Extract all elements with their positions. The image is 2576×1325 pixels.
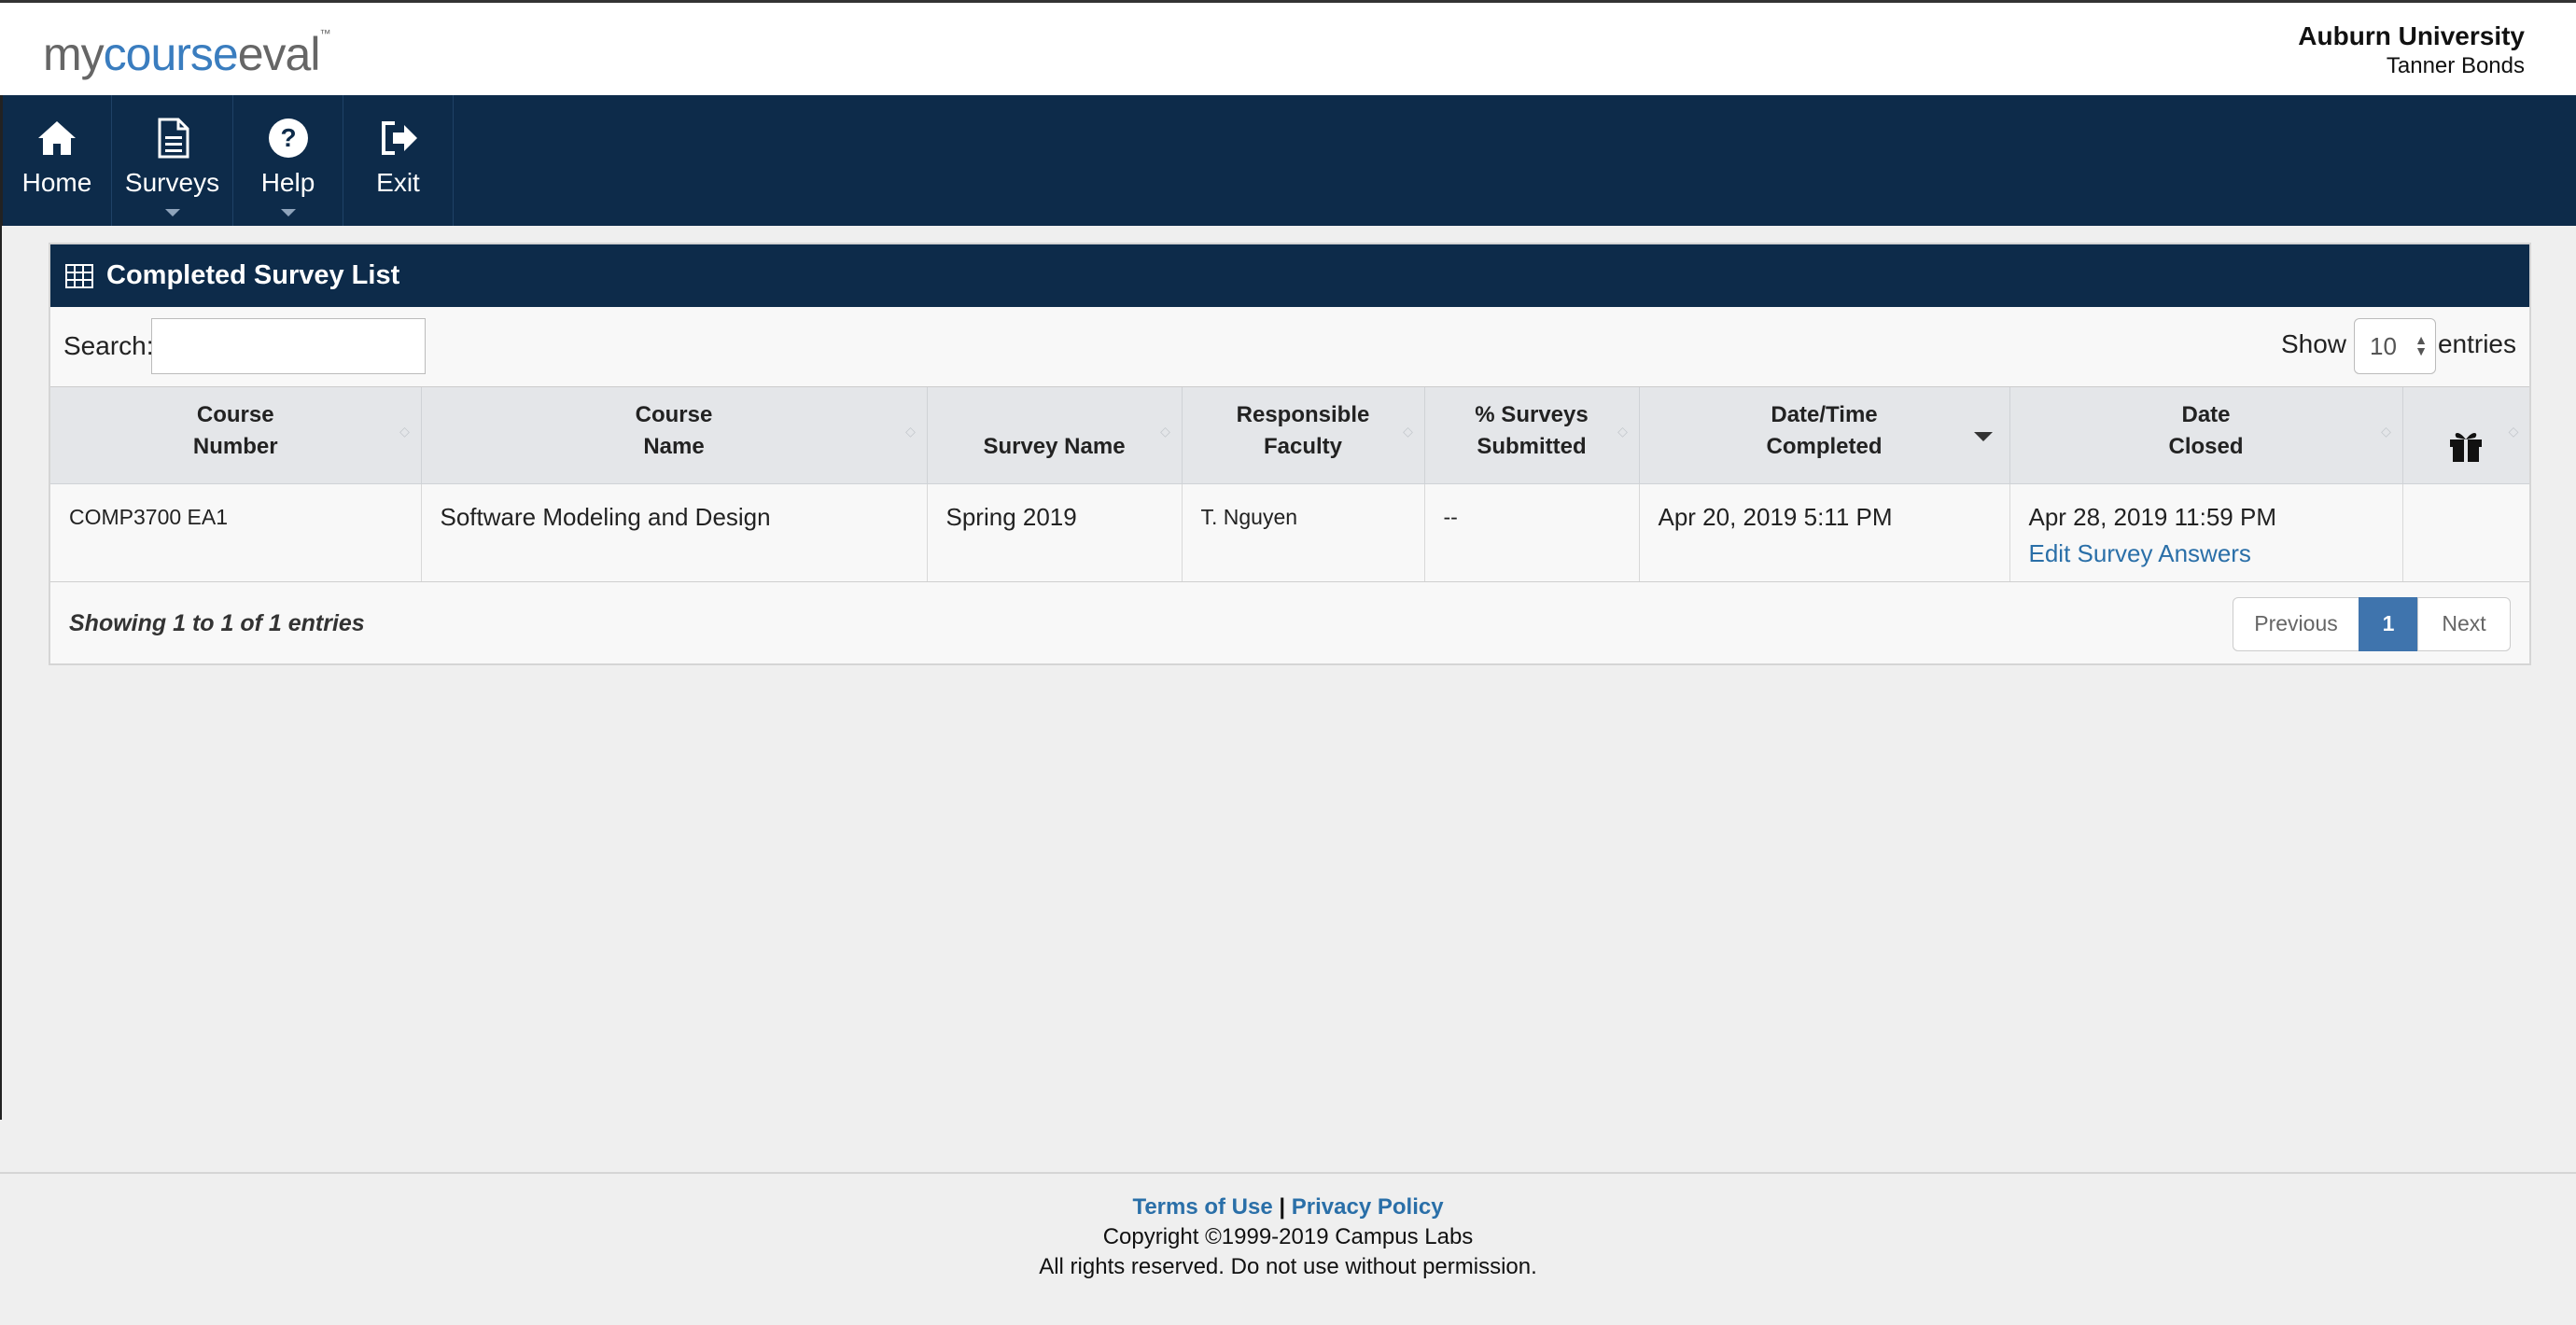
nav-exit-label: Exit [376,168,420,197]
select-arrows-icon: ▲ ▼ [2415,332,2428,358]
sort-icon: ◇ [2381,424,2391,439]
previous-button[interactable]: Previous [2233,596,2359,651]
account-info: Auburn University Tanner Bonds [2298,21,2525,79]
nav-surveys[interactable]: Surveys [112,95,233,226]
page-footer: Terms of Use | Privacy Policy Copyright … [0,1172,2576,1325]
footer-links: Terms of Use | Privacy Policy [0,1194,2576,1220]
entries-label: entries [2437,329,2516,358]
panel-header: Completed Survey List [50,244,2529,307]
column-header-gift[interactable]: ◇ [2402,387,2529,484]
cell-percent-submitted: -- [1424,483,1640,582]
sort-icon: ◇ [1403,424,1413,439]
cell-gift [2402,483,2529,582]
column-header-date-closed[interactable]: Date Closed ◇ [2009,387,2403,484]
nav-exit[interactable]: Exit [343,95,454,226]
cell-date-completed: Apr 20, 2019 5:11 PM [1639,483,2010,582]
sort-icon: ◇ [2508,424,2519,439]
table-icon [65,263,93,288]
cell-faculty: T. Nguyen [1182,483,1425,582]
table-footer: Showing 1 to 1 of 1 entries Previous 1 N… [50,582,2529,664]
table-info: Showing 1 to 1 of 1 entries [69,609,365,636]
edit-survey-answers-link[interactable]: Edit Survey Answers [2029,539,2384,568]
sort-icon: ◇ [1617,424,1628,439]
cell-date-closed: Apr 28, 2019 11:59 PM Edit Survey Answer… [2009,483,2403,582]
table-controls: Search: Show 10 ▲ ▼ entries [50,307,2529,387]
privacy-policy-link[interactable]: Privacy Policy [1292,1194,1444,1220]
column-header-course-name[interactable]: Course Name ◇ [421,387,928,484]
chevron-down-icon [164,209,180,216]
page-length-select[interactable]: 10 ▲ ▼ [2354,318,2436,374]
table-row: COMP3700 EA1 Software Modeling and Desig… [50,483,2529,582]
sort-icon: ◇ [399,424,410,439]
date-closed-value: Apr 28, 2019 11:59 PM [2028,502,2276,531]
completed-survey-panel: Completed Survey List Search: Show 10 ▲ ▼… [49,243,2531,665]
institution-name: Auburn University [2298,21,2525,50]
cell-course-number: COMP3700 EA1 [50,483,422,582]
gift-icon [2450,432,2483,462]
nav-help[interactable]: ? Help [233,95,343,226]
svg-text:?: ? [280,123,296,152]
sort-desc-icon [1973,432,1993,441]
panel-title: Completed Survey List [106,260,400,290]
column-header-faculty[interactable]: Responsible Faculty ◇ [1182,387,1425,484]
rights-text: All rights reserved. Do not use without … [1039,1254,1537,1279]
column-header-survey-name[interactable]: Survey Name ◇ [927,387,1183,484]
sort-icon: ◇ [1160,424,1170,439]
show-label: Show [2280,329,2346,358]
search-input[interactable] [151,318,426,374]
sign-out-icon [381,121,417,155]
column-header-date-completed[interactable]: Date/Time Completed [1639,387,2010,484]
page-length-value: 10 [2370,332,2397,360]
chevron-down-icon [280,209,296,216]
cell-survey-name: Spring 2019 [927,483,1183,582]
copyright-text: Copyright ©1999-2019 Campus Labs [1102,1224,1474,1249]
mycourseval-logo[interactable]: mycourseeval™ [43,27,330,81]
terms-of-use-link[interactable]: Terms of Use [1132,1194,1272,1220]
help-circle-icon: ? [268,119,308,158]
page-1-button[interactable]: 1 [2359,596,2418,651]
search-label: Search: [63,331,154,360]
column-header-course-number[interactable]: Course Number ◇ [50,387,422,484]
home-icon [38,121,76,155]
nav-home[interactable]: Home [3,95,112,226]
link-separator: | [1279,1194,1286,1220]
column-header-percent-submitted[interactable]: % Surveys Submitted ◇ [1424,387,1640,484]
user-name: Tanner Bonds [2386,53,2525,78]
main-navbar: Home Surveys ? Help Exit [0,95,2576,226]
cell-course-name: Software Modeling and Design [421,483,928,582]
next-button[interactable]: Next [2417,596,2511,651]
pagination: Previous 1 Next [2233,596,2511,651]
document-icon [158,118,189,159]
top-header: mycourseeval™ Auburn University Tanner B… [0,0,2576,95]
sort-icon: ◇ [905,424,916,439]
survey-table: Course Number ◇ Course Name ◇ Survey Name ◇ R… [50,387,2529,582]
nav-home-label: Home [21,168,92,197]
nav-help-label: Help [260,168,315,197]
nav-surveys-label: Surveys [124,168,220,197]
